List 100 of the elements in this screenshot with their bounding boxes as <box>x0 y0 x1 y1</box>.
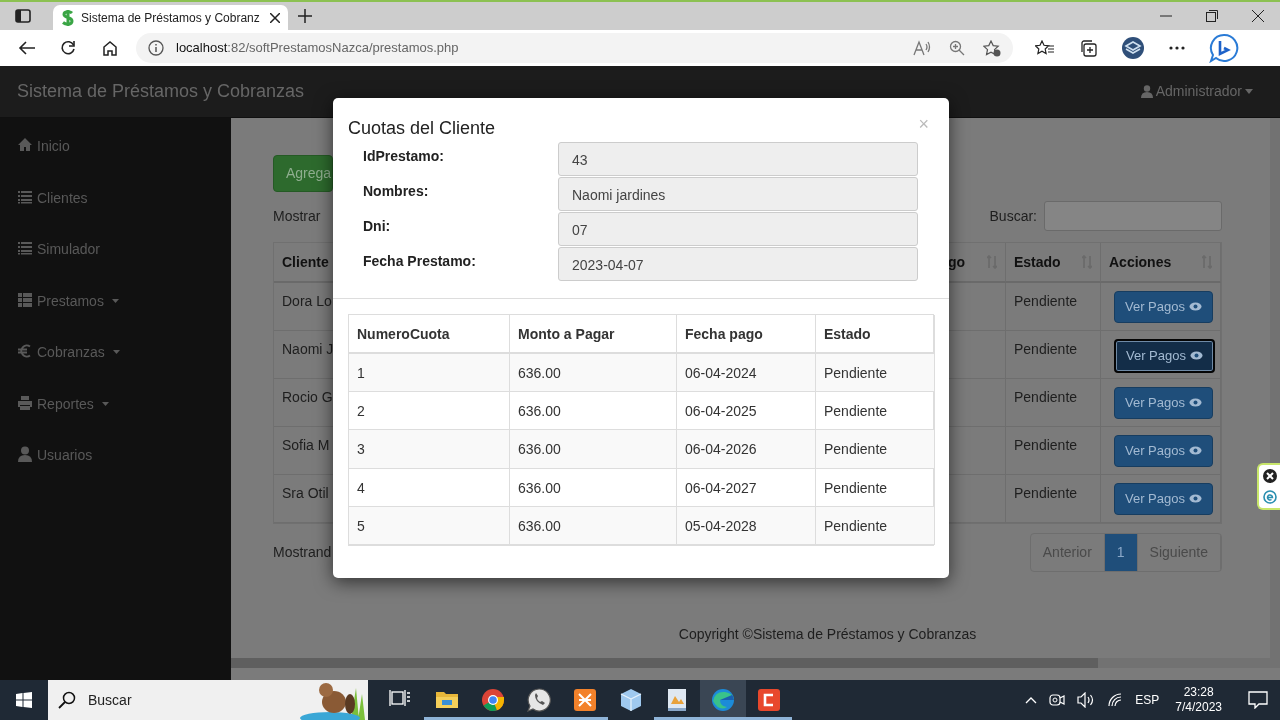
restore-icon[interactable] <box>1206 10 1218 22</box>
e-circle-icon[interactable] <box>1262 490 1277 505</box>
table-cell: Naomi J <box>282 341 334 357</box>
chat-assistant-icon[interactable] <box>1209 33 1239 63</box>
close-icon[interactable] <box>1262 468 1277 483</box>
table-cell: 06-04-2027 <box>677 468 816 507</box>
list-icon <box>17 188 33 205</box>
taskbar-search[interactable]: Buscar <box>48 680 368 720</box>
sidebar-item[interactable]: Clientes <box>0 187 231 239</box>
vertical-scrollbar[interactable] <box>1270 118 1280 658</box>
readonly-field[interactable]: 2023-04-07 <box>558 247 918 281</box>
browser-tab[interactable]: Sistema de Préstamos y Cobranz <box>53 5 288 30</box>
add-button[interactable]: Agrega <box>273 155 333 192</box>
list-icon <box>17 291 33 308</box>
chevron-up-icon[interactable] <box>1025 696 1038 704</box>
field-label: Fecha Prestamo: <box>363 252 477 271</box>
table-cell: 06-04-2024 <box>677 354 816 393</box>
webcam-icon[interactable] <box>1049 692 1066 708</box>
clock-time[interactable]: 23:28 <box>1183 685 1214 700</box>
caret-icon <box>1245 89 1253 94</box>
address-bar[interactable]: localhost:82/softPrestamosNazca/prestamos.php <box>136 33 1013 63</box>
tab-actions-icon[interactable] <box>14 9 31 23</box>
user-menu[interactable]: Administrador <box>1140 81 1253 102</box>
zoom-icon[interactable] <box>949 40 965 56</box>
sidebar-item[interactable]: Prestamos <box>0 290 231 342</box>
table-cell: 636.00 <box>510 430 677 469</box>
column-header[interactable]: Acciones <box>1101 243 1221 283</box>
table-cell: 4 <box>349 468 510 507</box>
app-title[interactable]: Sistema de Préstamos y Cobranzas <box>17 78 305 105</box>
favorites-icon[interactable] <box>1035 40 1055 56</box>
table-cell: Pendiente <box>816 354 935 393</box>
extension-widget[interactable] <box>1257 463 1280 510</box>
dollar-icon <box>61 8 75 27</box>
eye-icon <box>1189 398 1202 408</box>
wifi-icon[interactable] <box>1107 693 1124 707</box>
back-icon[interactable] <box>18 40 36 56</box>
notification-icon[interactable] <box>1248 691 1268 709</box>
scrollbar-thumb[interactable] <box>231 658 1098 668</box>
search-field[interactable] <box>1044 201 1222 231</box>
readonly-field[interactable]: 07 <box>558 212 918 246</box>
horizontal-scrollbar[interactable] <box>231 658 1280 668</box>
clock-date[interactable]: 7/4/2023 <box>1175 700 1222 715</box>
pagination-link[interactable]: 1 <box>1104 534 1138 571</box>
new-tab-icon[interactable] <box>298 9 312 23</box>
column-header[interactable]: Estado <box>1006 243 1101 283</box>
caret-icon <box>111 298 119 303</box>
search-label: Buscar: <box>989 206 1037 226</box>
chrome-icon <box>481 688 505 712</box>
cube-icon <box>619 688 643 712</box>
table-info: Mostrand <box>273 543 332 562</box>
language-indicator[interactable]: ESP <box>1135 691 1160 709</box>
read-aloud-icon[interactable] <box>913 40 931 56</box>
table-cell: 3 <box>349 430 510 469</box>
field-label: IdPrestamo: <box>363 147 445 166</box>
view-payments-button[interactable]: Ver Pagos <box>1114 435 1213 467</box>
table-cell: 06-04-2026 <box>677 430 816 469</box>
view-payments-button[interactable]: Ver Pagos <box>1114 339 1215 373</box>
view-payments-button[interactable]: Ver Pagos <box>1114 387 1213 419</box>
edge-icon <box>711 688 735 712</box>
recorder-icon <box>757 688 781 712</box>
sidebar-item[interactable]: Cobranzas <box>0 342 231 394</box>
sidebar-item[interactable]: Reportes <box>0 393 231 445</box>
table-cell: Pendiente <box>1014 293 1078 309</box>
user-icon <box>1140 85 1153 98</box>
sidebar-item[interactable]: Simulador <box>0 239 231 291</box>
modal-title: Cuotas del Cliente <box>348 117 496 140</box>
view-payments-button[interactable]: Ver Pagos <box>1114 483 1213 515</box>
readonly-field[interactable]: Naomi jardines <box>558 177 918 211</box>
reload-icon[interactable] <box>60 40 76 56</box>
table-cell: Pendiente <box>1014 437 1078 453</box>
readonly-field[interactable]: 43 <box>558 142 918 176</box>
table-cell: Pendiente <box>1014 485 1078 501</box>
table-cell: Pendiente <box>1014 389 1078 405</box>
table-cell: Pendiente <box>1014 341 1078 357</box>
sidebar-item[interactable]: Inicio <box>0 136 231 188</box>
info-icon <box>148 40 164 56</box>
add-favorite-icon[interactable] <box>983 39 1001 57</box>
eye-icon <box>1189 446 1202 456</box>
speaker-icon[interactable] <box>1077 692 1096 708</box>
more-icon[interactable] <box>1169 46 1185 50</box>
close-icon[interactable] <box>1252 10 1264 22</box>
windows-icon[interactable] <box>16 692 32 708</box>
table-cell: 05-04-2028 <box>677 506 816 545</box>
field-label: Nombres: <box>363 182 430 201</box>
eye-icon <box>1190 351 1203 361</box>
extension-icon[interactable] <box>1121 36 1145 60</box>
tab-title: Sistema de Préstamos y Cobranz <box>81 9 260 27</box>
caret-icon <box>112 350 120 354</box>
view-payments-button[interactable]: Ver Pagos <box>1114 291 1213 323</box>
chat-bubble-icon <box>527 688 551 712</box>
caret-icon <box>101 401 109 406</box>
collections-icon[interactable] <box>1079 39 1097 57</box>
length-label: Mostrar <box>273 206 321 226</box>
xampp-icon <box>573 688 597 712</box>
table-cell: 636.00 <box>510 468 677 507</box>
home-icon[interactable] <box>102 40 118 56</box>
sidebar-item[interactable]: Usuarios <box>0 445 231 497</box>
paint-app-icon <box>665 688 689 712</box>
table-cell: 5 <box>349 506 510 545</box>
close-icon[interactable] <box>270 12 280 23</box>
